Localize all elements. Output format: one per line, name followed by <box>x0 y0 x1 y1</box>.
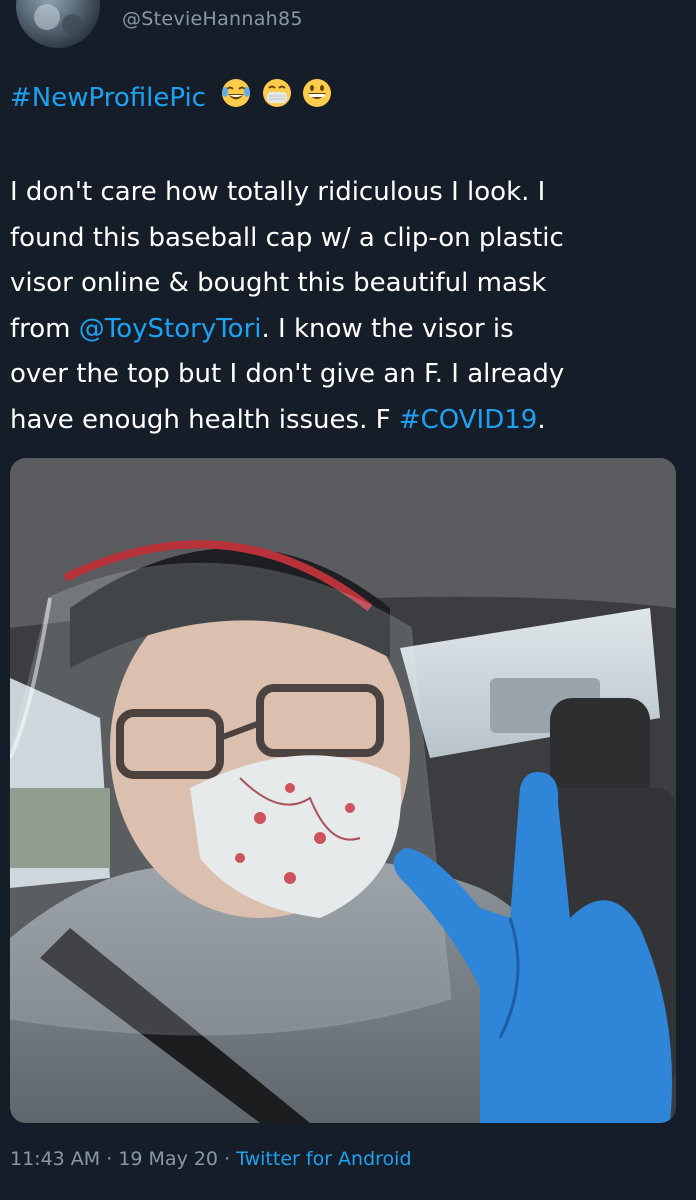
tweet-text: #NewProfilePic I don't care how totally … <box>10 76 686 443</box>
hashtag-covid19[interactable]: #COVID19 <box>399 405 538 435</box>
mention-toystorytori[interactable]: @ToyStoryTori <box>79 314 262 344</box>
tweet-header: @StevieHannah85 <box>0 0 696 60</box>
text-fragment: . I know the visor is <box>261 313 514 344</box>
text-fragment: have enough health issues. F <box>10 404 399 435</box>
text-fragment: from <box>10 313 79 344</box>
crying-laughing-emoji-icon <box>222 79 251 107</box>
tweet-line-2: I don't care how totally ridiculous I lo… <box>10 177 546 207</box>
tweet-line-6: over the top but I don't give an F. I al… <box>10 359 565 389</box>
tweet-line-7: have enough health issues. F #COVID19. <box>10 398 686 444</box>
grinning-emoji-icon <box>302 79 331 107</box>
tweet-line-3: found this baseball cap w/ a clip-on pla… <box>10 222 564 253</box>
tweet-photo[interactable] <box>10 458 676 1123</box>
user-handle[interactable]: @StevieHannah85 <box>122 8 303 30</box>
tweet-line-5: from @ToyStoryTori. I know the visor is <box>10 307 686 353</box>
tweet-line-4: visor online & bought this beautiful mas… <box>10 268 547 298</box>
hashtag-newprofilepic[interactable]: #NewProfilePic <box>10 83 206 113</box>
separator: · <box>100 1148 119 1170</box>
selfie-photo-illustration <box>10 458 676 1123</box>
text-fragment: . <box>537 404 546 435</box>
avatar[interactable] <box>16 0 100 48</box>
tweet-source[interactable]: Twitter for Android <box>236 1148 411 1170</box>
tweet-line-1: #NewProfilePic <box>10 76 686 125</box>
separator: · <box>218 1148 237 1170</box>
medical-mask-emoji-icon <box>262 79 291 107</box>
tweet-footer: 11:43 AM · 19 May 20 · Twitter for Andro… <box>10 1148 412 1170</box>
tweet-time[interactable]: 11:43 AM <box>10 1148 100 1170</box>
tweet-date[interactable]: 19 May 20 <box>118 1148 218 1170</box>
emoji-group <box>220 77 333 125</box>
